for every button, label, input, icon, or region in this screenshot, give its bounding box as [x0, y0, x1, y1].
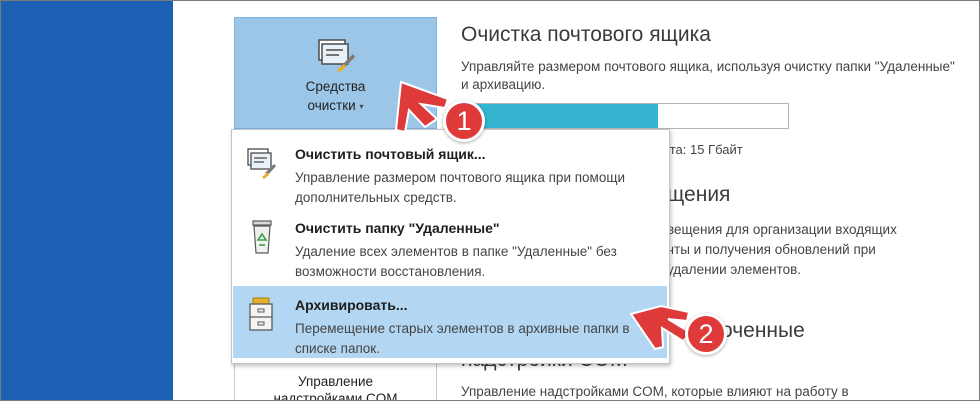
callout-badge-1: 1	[443, 100, 485, 142]
arrow-1-icon	[394, 80, 450, 134]
arrow-2-icon	[629, 304, 693, 351]
callout-badge-2: 2	[685, 313, 727, 355]
annotation-arrows	[394, 80, 693, 351]
window-frame: Очистка почтового ящика Управляйте разме…	[0, 0, 980, 401]
